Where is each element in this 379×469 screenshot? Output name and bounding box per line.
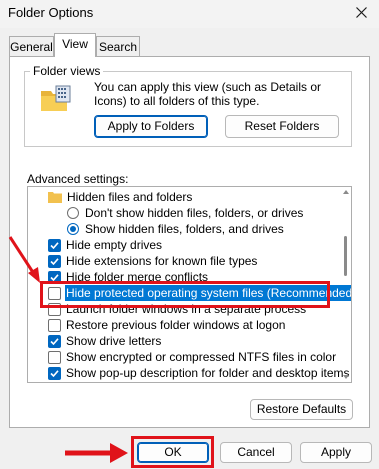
- list-item-label: Show pop-up description for folder and d…: [66, 366, 350, 380]
- list-scrollbar[interactable]: [341, 187, 351, 382]
- checkbox[interactable]: [48, 255, 61, 268]
- restore-defaults-label: Restore Defaults: [256, 402, 347, 416]
- scroll-up-icon[interactable]: [343, 190, 349, 194]
- list-item-label: Don't show hidden files, folders, or dri…: [85, 206, 304, 220]
- tab-general-label: General: [10, 40, 53, 54]
- folder-icon: [48, 192, 62, 203]
- cancel-label: Cancel: [237, 445, 275, 459]
- check-icon: [50, 258, 59, 266]
- cancel-button[interactable]: Cancel: [220, 442, 292, 463]
- list-item-label: Hide empty drives: [66, 238, 163, 252]
- folder-views-description: You can apply this view (such as Details…: [94, 80, 322, 108]
- checkbox[interactable]: [48, 319, 61, 332]
- title-bar: Folder Options: [0, 0, 379, 28]
- tab-search[interactable]: Search: [96, 36, 140, 57]
- close-icon: [356, 7, 367, 18]
- annotation-ok-box: [131, 436, 214, 468]
- checkbox[interactable]: [48, 367, 61, 380]
- checkbox[interactable]: [48, 335, 61, 348]
- reset-folders-label: Reset Folders: [244, 119, 320, 133]
- radio-button[interactable]: [67, 207, 79, 219]
- annotation-highlight-box: [40, 281, 330, 308]
- apply-to-folders-button[interactable]: Apply to Folders: [94, 115, 208, 138]
- tab-search-label: Search: [98, 40, 138, 54]
- list-item-label: Show drive letters: [66, 334, 162, 348]
- check-icon: [50, 338, 59, 346]
- apply-to-folders-label: Apply to Folders: [107, 119, 195, 133]
- checkbox[interactable]: [48, 351, 61, 364]
- apply-label: Apply: [320, 445, 352, 459]
- list-item-label: Show encrypted or compressed NTFS files …: [66, 350, 337, 364]
- scroll-thumb[interactable]: [344, 236, 347, 276]
- restore-defaults-button[interactable]: Restore Defaults: [250, 399, 353, 420]
- advanced-settings-heading: Advanced settings:: [27, 172, 129, 186]
- checkbox[interactable]: [48, 239, 61, 252]
- tab-view[interactable]: View: [54, 33, 96, 57]
- annotation-arrow-icon: [65, 443, 128, 463]
- check-icon: [50, 242, 59, 250]
- tab-view-label: View: [62, 37, 88, 51]
- list-item-label: Hidden files and folders: [67, 190, 193, 204]
- list-item-label: Hide extensions for known file types: [66, 254, 258, 268]
- folder-views-heading: Folder views: [30, 64, 104, 78]
- radio-button[interactable]: [67, 223, 79, 235]
- apply-button[interactable]: Apply: [300, 442, 372, 463]
- tab-general[interactable]: General: [9, 36, 54, 57]
- window-title: Folder Options: [8, 5, 94, 20]
- folder-views-icon: [40, 84, 72, 116]
- list-item-label: Restore previous folder windows at logon: [66, 318, 286, 332]
- check-icon: [50, 370, 59, 378]
- list-item-label: Show hidden files, folders, and drives: [85, 222, 284, 236]
- reset-folders-button[interactable]: Reset Folders: [225, 115, 339, 138]
- scroll-down-icon[interactable]: [343, 375, 349, 379]
- close-button[interactable]: [349, 2, 375, 24]
